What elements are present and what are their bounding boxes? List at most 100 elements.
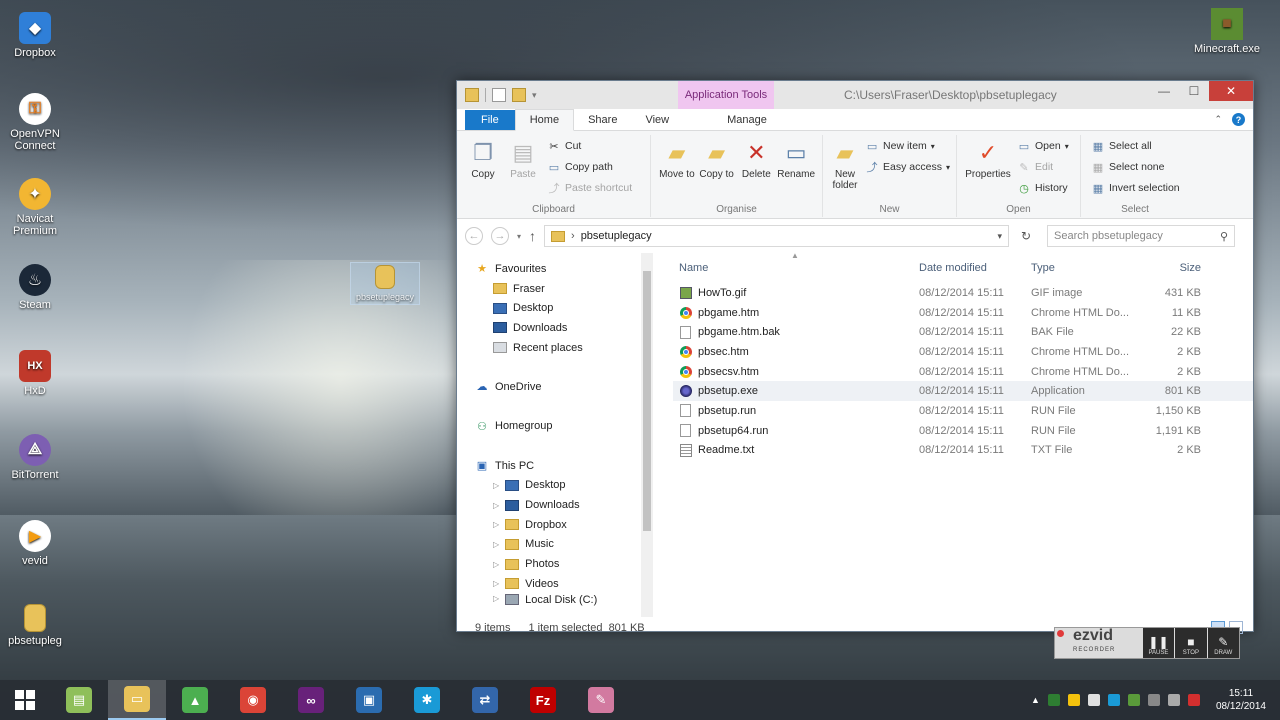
- select-all-button[interactable]: ▦ Select all: [1091, 137, 1180, 155]
- dragged-folder[interactable]: pbsetuplegacy: [350, 262, 420, 305]
- taskbar-item-filezilla[interactable]: Fz: [514, 680, 572, 720]
- file-row[interactable]: Readme.txt 08/12/2014 15:11 TXT File 2 KB: [673, 441, 1253, 461]
- nav-item-fraser[interactable]: Fraser: [457, 279, 653, 299]
- taskbar-item-file-manager[interactable]: ▤: [50, 680, 108, 720]
- help-icon[interactable]: ?: [1232, 113, 1245, 126]
- nav-this-pc[interactable]: ▣ This PC: [457, 456, 653, 476]
- desktop-icon-pbsetupleg[interactable]: pbsetupleg: [0, 604, 70, 647]
- column-name[interactable]: Name: [673, 262, 919, 274]
- explorer-window[interactable]: ▾ Application Tools C:\Users\Fraser\Desk…: [456, 80, 1254, 634]
- desktop-icon-hxd[interactable]: HX HxD: [0, 350, 70, 397]
- nav-onedrive[interactable]: ☁ OneDrive: [457, 377, 653, 397]
- file-row[interactable]: pbsetup64.run 08/12/2014 15:11 RUN File 1,1…: [673, 421, 1253, 441]
- chevron-down-icon[interactable]: ▾: [997, 231, 1002, 242]
- file-row[interactable]: HowTo.gif 08/12/2014 15:11 GIF image 431 KB: [673, 283, 1253, 303]
- column-date[interactable]: Date modified: [919, 262, 1031, 274]
- nav-item-recent-places[interactable]: Recent places: [457, 338, 653, 358]
- pause-button[interactable]: ❚❚ PAUSE: [1142, 628, 1175, 658]
- refresh-icon[interactable]: ↻: [1017, 229, 1035, 243]
- start-button[interactable]: [0, 680, 50, 720]
- navigation-pane[interactable]: ★ Favourites Fraser Desktop Downloads Rec…: [457, 253, 653, 617]
- taskbar-item-visual-studio[interactable]: ∞: [282, 680, 340, 720]
- stop-button[interactable]: ■ STOP: [1175, 628, 1207, 658]
- cut-button[interactable]: ✂ Cut: [547, 137, 632, 155]
- file-row[interactable]: pbgame.htm.bak 08/12/2014 15:11 BAK File 22…: [673, 322, 1253, 342]
- scrollbar-thumb[interactable]: [643, 271, 651, 531]
- title-bar[interactable]: ▾ Application Tools C:\Users\Fraser\Desk…: [457, 81, 1253, 109]
- new-item-button[interactable]: ▭ New item ▾: [865, 137, 950, 155]
- nav-item-pc-photos[interactable]: ▷ Photos: [457, 554, 653, 574]
- nav-item-pc-videos[interactable]: ▷ Videos: [457, 574, 653, 594]
- up-arrow-icon[interactable]: ↑: [529, 228, 536, 244]
- desktop-icon-steam[interactable]: ♨ Steam: [0, 264, 70, 311]
- maximize-button[interactable]: ☐: [1179, 81, 1209, 101]
- nav-item-pc-downloads[interactable]: ▷ Downloads: [457, 495, 653, 515]
- tab-home[interactable]: Home: [514, 109, 575, 131]
- nav-item-desktop[interactable]: Desktop: [457, 298, 653, 318]
- taskbar-item-image-editor[interactable]: ▲: [166, 680, 224, 720]
- desktop-icon-vevid[interactable]: ▶ vevid: [0, 520, 70, 567]
- history-button[interactable]: ◷ History: [1017, 179, 1069, 197]
- invert-selection-button[interactable]: ▦ Invert selection: [1091, 179, 1180, 197]
- tab-view[interactable]: View: [631, 110, 683, 130]
- file-list[interactable]: ▲ Name Date modified Type Size HowTo.gif…: [653, 251, 1253, 617]
- clock[interactable]: 15:11 08/12/2014: [1216, 687, 1266, 713]
- nav-homegroup[interactable]: ⚇ Homegroup: [457, 417, 653, 437]
- file-row[interactable]: pbsetup.run 08/12/2014 15:11 RUN File 1,150…: [673, 401, 1253, 421]
- file-row[interactable]: pbsetup.exe 08/12/2014 15:11 Application 80…: [673, 381, 1253, 402]
- address-field[interactable]: › pbsetuplegacy ▾: [544, 225, 1010, 247]
- tray-cloud-icon[interactable]: [1087, 694, 1100, 706]
- column-size[interactable]: Size: [1143, 262, 1205, 274]
- edit-button[interactable]: ✎ Edit: [1017, 158, 1069, 176]
- taskbar-item-teamspeak[interactable]: ✱: [398, 680, 456, 720]
- easy-access-button[interactable]: ⤴ Easy access ▾: [865, 158, 950, 176]
- nav-favourites[interactable]: ★ Favourites: [457, 259, 653, 279]
- tray-network-icon[interactable]: [1147, 694, 1160, 706]
- search-input[interactable]: Search pbsetuplegacy ⚲: [1047, 225, 1236, 247]
- nav-item-downloads[interactable]: Downloads: [457, 318, 653, 338]
- chevron-down-icon[interactable]: ▾: [532, 90, 537, 101]
- back-button[interactable]: ←: [465, 227, 483, 245]
- tray-chrome-icon[interactable]: [1067, 694, 1080, 706]
- draw-button[interactable]: ✎ DRAW: [1207, 628, 1239, 658]
- taskbar-item-network-connection[interactable]: ⇄: [456, 680, 514, 720]
- tab-file[interactable]: File: [465, 110, 515, 130]
- breadcrumb[interactable]: pbsetuplegacy: [581, 230, 652, 242]
- taskbar-item-network-tool[interactable]: ▣: [340, 680, 398, 720]
- desktop-icon-navicat[interactable]: ✦ Navicat Premium: [0, 178, 70, 237]
- nav-scrollbar[interactable]: [641, 253, 653, 617]
- minimize-button[interactable]: —: [1149, 81, 1179, 101]
- tray-flag-icon[interactable]: [1187, 694, 1200, 706]
- nav-item-pc-local-disk[interactable]: ▷ Local Disk (C:): [457, 593, 653, 606]
- taskbar-item-explorer[interactable]: ▭: [108, 680, 166, 720]
- taskbar-item-paint-tool[interactable]: ✎: [572, 680, 630, 720]
- tray-dropbox-icon[interactable]: [1107, 694, 1120, 706]
- tray-volume-icon[interactable]: [1167, 694, 1180, 706]
- paste-shortcut-button[interactable]: ⤴ Paste shortcut: [547, 179, 633, 197]
- select-none-button[interactable]: ▦ Select none: [1091, 158, 1180, 176]
- close-button[interactable]: ✕: [1209, 81, 1253, 101]
- taskbar-item-chrome[interactable]: ◉: [224, 680, 282, 720]
- nav-item-pc-music[interactable]: ▷ Music: [457, 535, 653, 555]
- new-folder-icon[interactable]: [512, 88, 526, 102]
- tray-overflow-icon[interactable]: ▲: [1031, 695, 1040, 705]
- open-button[interactable]: ▭ Open ▾: [1017, 137, 1069, 155]
- file-row[interactable]: pbgame.htm 08/12/2014 15:11 Chrome HTML Do…: [673, 303, 1253, 323]
- tray-nvidia-icon[interactable]: [1127, 694, 1140, 706]
- chevron-up-icon[interactable]: ⌃: [1214, 114, 1222, 125]
- properties-icon[interactable]: [492, 88, 506, 102]
- tray-app-icon[interactable]: [1047, 694, 1060, 706]
- file-row[interactable]: pbsec.htm 08/12/2014 15:11 Chrome HTML Do.…: [673, 342, 1253, 362]
- file-row[interactable]: pbsecsv.htm 08/12/2014 15:11 Chrome HTML D…: [673, 362, 1253, 382]
- desktop-icon-minecraft[interactable]: ■ Minecraft.exe: [1192, 8, 1262, 55]
- nav-item-pc-desktop[interactable]: ▷ Desktop: [457, 476, 653, 496]
- recent-locations-icon[interactable]: ▾: [517, 232, 521, 241]
- forward-button[interactable]: →: [491, 227, 509, 245]
- desktop-icon-dropbox[interactable]: ◆ Dropbox: [0, 12, 70, 59]
- desktop-icon-openvpn[interactable]: ⚿ OpenVPN Connect: [0, 93, 70, 152]
- desktop-icon-bittorrent[interactable]: ⟁ BitTorrent: [0, 434, 70, 481]
- nav-item-pc-dropbox[interactable]: ▷ Dropbox: [457, 515, 653, 535]
- tab-share[interactable]: Share: [574, 110, 631, 130]
- copy-path-button[interactable]: ▭ Copy path: [547, 158, 632, 176]
- tab-manage[interactable]: Manage: [713, 110, 781, 130]
